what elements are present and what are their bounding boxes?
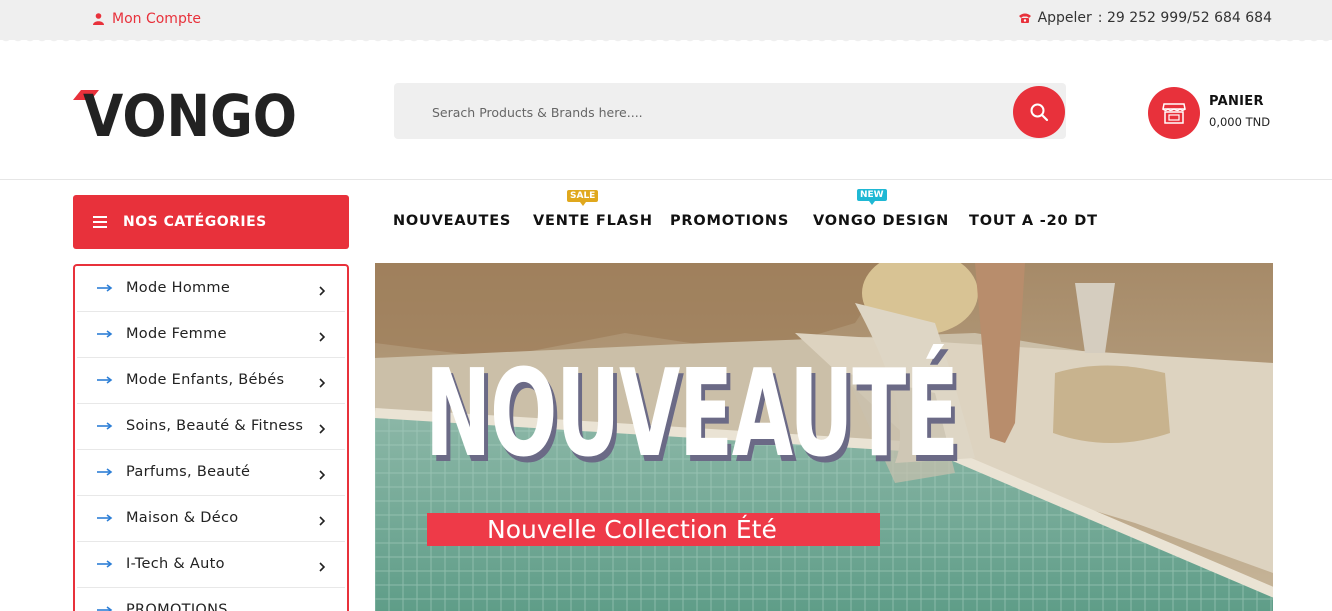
category-item-promotions[interactable]: PROMOTIONS [77,588,345,611]
shop-icon [1162,103,1186,124]
category-item-mode-femme[interactable]: Mode Femme [77,312,345,358]
arrow-right-icon [97,560,113,568]
banner-title: NOUVEAUTÉ [425,345,959,484]
category-list: Mode Homme Mode Femme Mode Enfants, Bébé… [73,264,349,611]
chevron-right-icon [319,562,325,572]
cart-button[interactable] [1148,87,1200,139]
arrow-right-icon [97,606,113,611]
category-item-parfums[interactable]: Parfums, Beauté [77,450,345,496]
nav-vongo-design[interactable]: VONGO DESIGN [813,213,949,229]
category-label: Mode Enfants, Bébés [126,372,285,388]
search-button[interactable] [1013,86,1065,138]
site-logo[interactable]: VONGO [73,82,298,150]
banner-subtitle: Nouvelle Collection Été [427,513,880,546]
nav-promotions[interactable]: PROMOTIONS [670,213,789,229]
categories-button[interactable]: NOS CATÉGORIES [73,195,349,249]
nav-nouveautes[interactable]: NOUVEAUTES [393,213,511,229]
arrow-right-icon [97,284,113,292]
category-label: Maison & Déco [126,510,239,526]
phone-contact: Appeler : 29 252 999/52 684 684 [1018,10,1272,26]
category-item-maison[interactable]: Maison & Déco [77,496,345,542]
category-item-itech[interactable]: I-Tech & Auto [77,542,345,588]
my-account-link[interactable]: Mon Compte [93,11,201,27]
category-label: PROMOTIONS [126,602,228,611]
category-label: Parfums, Beauté [126,464,251,480]
header-divider [0,179,1332,180]
arrow-right-icon [97,376,113,384]
phone-icon [1018,13,1031,23]
cart-label[interactable]: PANIER [1209,94,1264,109]
search-input[interactable] [432,101,992,123]
search-icon [1030,103,1049,122]
new-badge: NEW [857,189,887,205]
chevron-right-icon [319,516,325,526]
category-label: Mode Homme [126,280,231,296]
category-item-mode-enfants[interactable]: Mode Enfants, Bébés [77,358,345,404]
category-label: Mode Femme [126,326,227,342]
my-account-label: Mon Compte [112,11,201,27]
chevron-right-icon [319,424,325,434]
category-label: I-Tech & Auto [126,556,225,572]
category-item-mode-homme[interactable]: Mode Homme [77,266,345,312]
category-label: Soins, Beauté & Fitness [126,418,304,434]
hero-banner[interactable]: NOUVEAUTÉ Nouvelle Collection Été [375,263,1273,611]
phone-label: Appeler [1037,10,1092,26]
user-icon [93,13,104,25]
top-bar: Mon Compte Appeler : 29 252 999/52 684 6… [0,0,1332,44]
menu-icon [93,216,107,228]
arrow-right-icon [97,514,113,522]
sale-badge: SALE [567,190,599,206]
chevron-right-icon [319,332,325,342]
cart-total: 0,000 TND [1209,115,1271,129]
arrow-right-icon [97,468,113,476]
nav-vente-flash[interactable]: VENTE FLASH [533,213,653,229]
logo-text: VONGO [83,88,297,138]
arrow-right-icon [97,330,113,338]
chevron-right-icon [319,378,325,388]
arrow-right-icon [97,422,113,430]
search-bar [394,83,1066,139]
chevron-right-icon [319,286,325,296]
categories-title: NOS CATÉGORIES [123,214,267,230]
category-item-soins[interactable]: Soins, Beauté & Fitness [77,404,345,450]
phone-numbers: : 29 252 999/52 684 684 [1097,10,1272,26]
nav-tout-a-20[interactable]: TOUT A -20 DT [969,213,1098,229]
chevron-right-icon [319,470,325,480]
